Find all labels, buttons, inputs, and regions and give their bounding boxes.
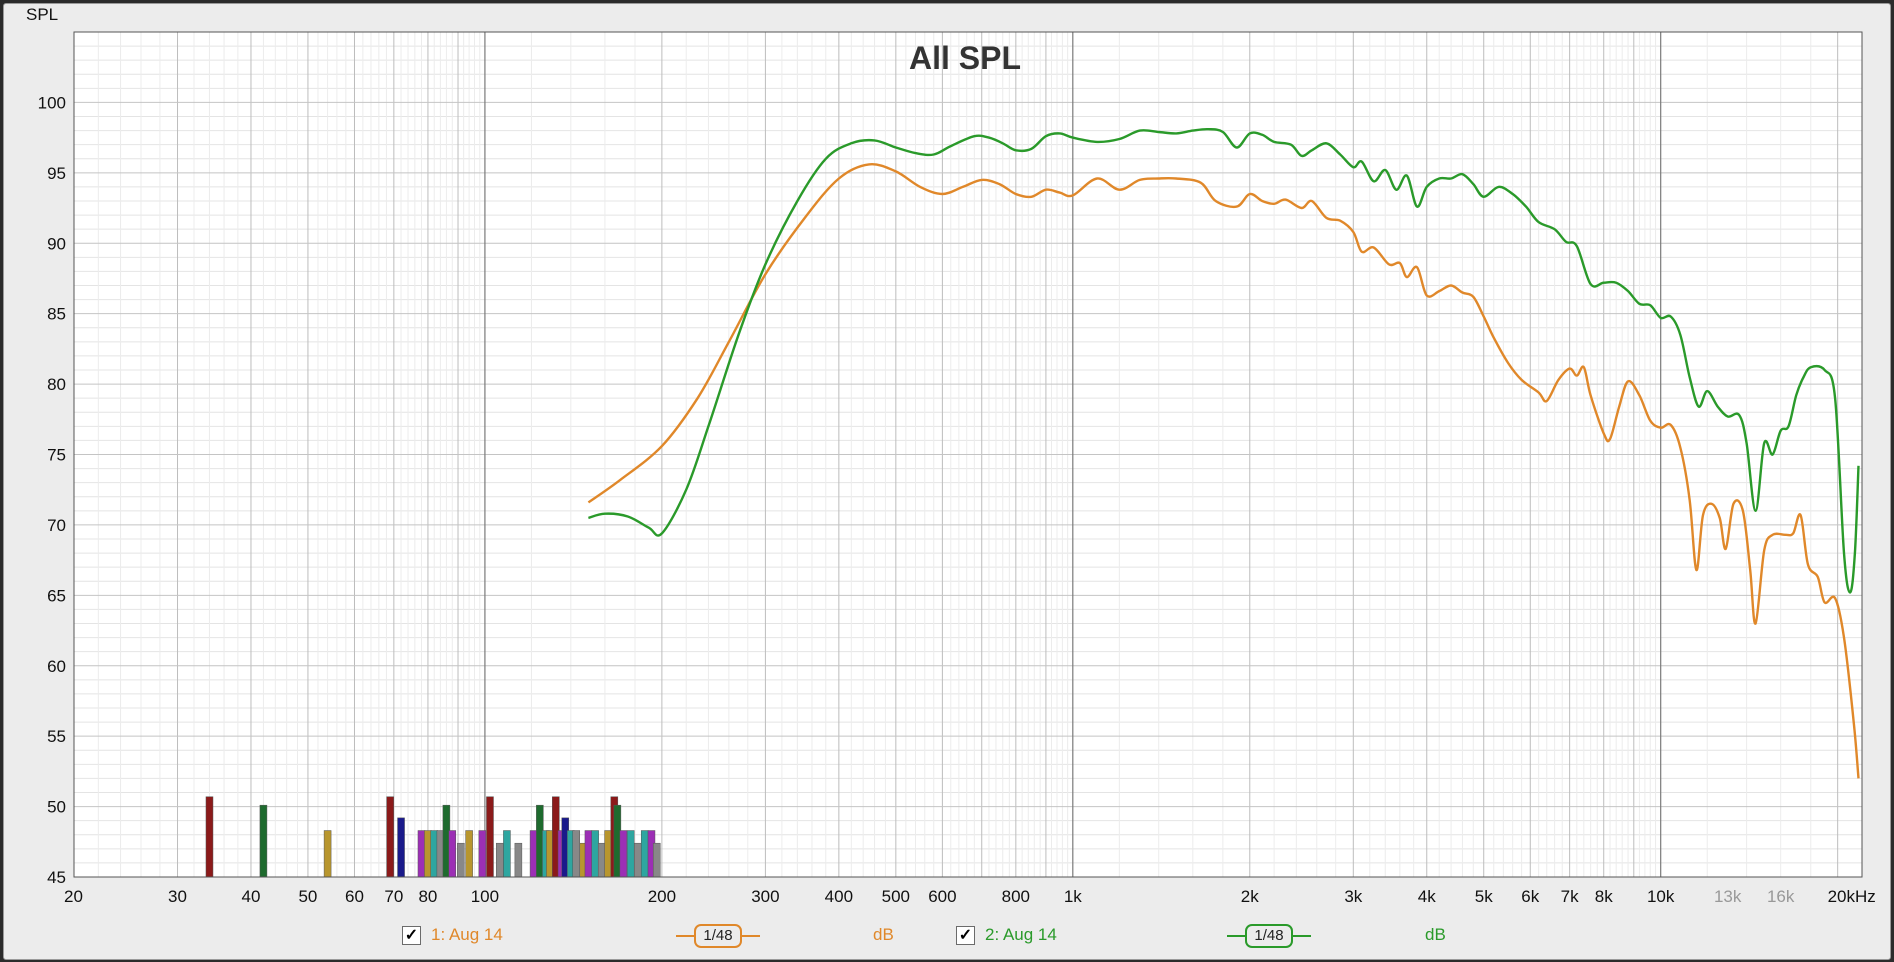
bar <box>478 830 487 878</box>
x-tick-label: 16k <box>1767 887 1795 906</box>
bar <box>634 842 642 878</box>
legend-item-1[interactable]: ✓ 1: Aug 14 <box>402 920 503 950</box>
legend: ✓ 1: Aug 14 1/48 dB ✓ 2: Aug 14 1/48 dB <box>0 920 1894 954</box>
x-tick-label: 50 <box>298 887 317 906</box>
bar <box>486 796 494 878</box>
y-tick-labels: 45 50 55 60 65 70 75 80 85 90 95 100 <box>38 93 66 887</box>
x-tick-labels: 20 30 40 50 60 70 80 100 200 300 400 500 600 800 1k 2k 3… <box>64 887 1876 906</box>
bar <box>597 842 606 878</box>
y-tick-label: 75 <box>47 446 66 465</box>
x-tick-label: 200 <box>648 887 676 906</box>
series-2-label: 2: Aug 14 <box>985 925 1057 944</box>
bar <box>640 830 649 878</box>
x-tick-label: 500 <box>882 887 910 906</box>
x-tick-label: 80 <box>418 887 437 906</box>
y-tick-label: 80 <box>47 375 66 394</box>
x-tick-label: 20 <box>64 887 83 906</box>
y-tick-label: 70 <box>47 516 66 535</box>
bar <box>572 830 580 878</box>
bar <box>259 804 268 878</box>
series-2-checkbox[interactable]: ✓ <box>956 925 975 945</box>
x-tick-label: 4k <box>1418 887 1436 906</box>
y-tick-label: 95 <box>47 164 66 183</box>
bar <box>584 830 593 878</box>
bar <box>626 830 635 878</box>
series-2-unit: dB <box>1425 925 1446 944</box>
bar <box>652 842 661 878</box>
bar <box>323 830 332 878</box>
x-tick-label: 40 <box>242 887 261 906</box>
bar <box>386 796 394 878</box>
x-tick-label: 10k <box>1647 887 1675 906</box>
bar <box>457 842 465 878</box>
bar <box>619 830 628 878</box>
x-tick-label: 3k <box>1344 887 1362 906</box>
bar <box>417 830 426 878</box>
bar <box>591 830 599 878</box>
x-tick-label: 7k <box>1561 887 1579 906</box>
x-tick-label: 1k <box>1064 887 1082 906</box>
y-tick-label: 85 <box>47 305 66 324</box>
series-1-unit: dB <box>873 925 894 944</box>
chart-title: All SPL <box>909 40 1021 76</box>
y-tick-label: 100 <box>38 93 66 112</box>
x-tick-label: 70 <box>384 887 403 906</box>
bar <box>529 830 538 878</box>
y-tick-label: 65 <box>47 586 66 605</box>
x-tick-label: 13k <box>1714 887 1742 906</box>
bar <box>205 796 214 878</box>
series-1-checkbox[interactable]: ✓ <box>402 925 421 945</box>
bar <box>424 830 432 878</box>
y-tick-label: 60 <box>47 657 66 676</box>
x-tick-label: 400 <box>825 887 853 906</box>
bar <box>448 830 457 878</box>
x-tick-label: 20kHz <box>1828 887 1876 906</box>
y-tick-label: 45 <box>47 868 66 887</box>
series-2-smoothing-button[interactable]: 1/48 <box>1245 924 1293 948</box>
bar <box>604 830 612 878</box>
bar <box>397 817 405 878</box>
x-tick-label: 800 <box>1002 887 1030 906</box>
legend-item-2[interactable]: ✓ 2: Aug 14 <box>956 920 1057 950</box>
x-tick-label: 5k <box>1475 887 1493 906</box>
x-tick-label: 600 <box>928 887 956 906</box>
x-tick-label: 300 <box>751 887 779 906</box>
bar <box>503 830 511 878</box>
x-tick-label: 30 <box>168 887 187 906</box>
x-tick-label: 6k <box>1521 887 1539 906</box>
series-1-smoothing-button[interactable]: 1/48 <box>694 924 742 948</box>
y-tick-label: 90 <box>47 234 66 253</box>
y-tick-label: 50 <box>47 798 66 817</box>
bar <box>496 842 504 878</box>
spl-chart: 45 50 55 60 65 70 75 80 85 90 95 100 20 30 40 50 60 70 80… <box>38 31 1876 906</box>
bar <box>514 842 523 878</box>
x-tick-label: 60 <box>345 887 364 906</box>
x-tick-label: 2k <box>1241 887 1259 906</box>
bar <box>465 830 473 878</box>
series-1-label: 1: Aug 14 <box>431 925 503 944</box>
x-tick-label: 100 <box>471 887 499 906</box>
x-tick-label: 8k <box>1595 887 1613 906</box>
y-tick-label: 55 <box>47 727 66 746</box>
